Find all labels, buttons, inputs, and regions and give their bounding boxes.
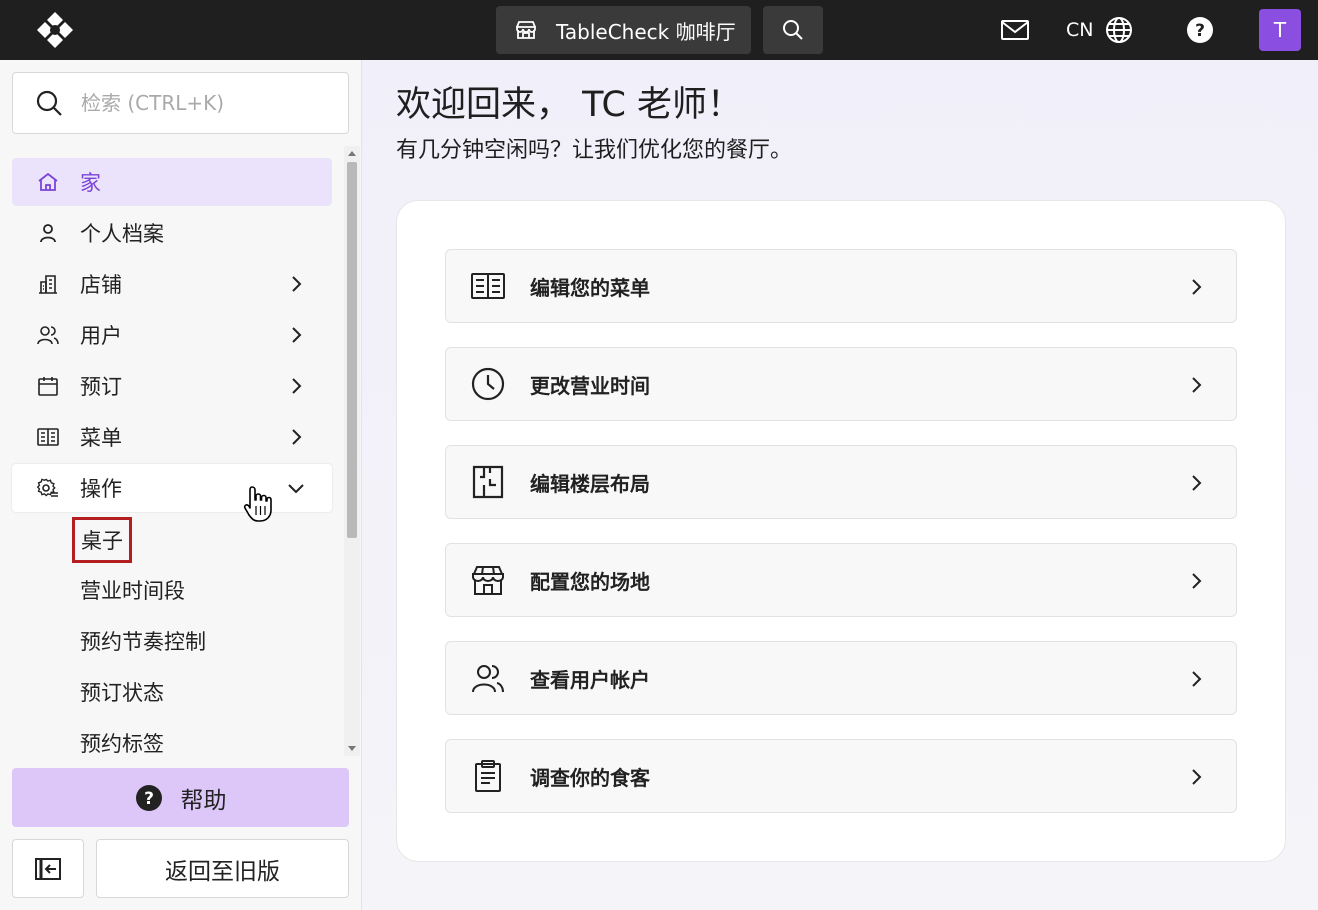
floor-plan-icon	[470, 464, 506, 500]
chevron-right-icon	[292, 327, 302, 343]
svg-text:?: ?	[144, 789, 154, 809]
sidebar-item-operations[interactable]: 操作	[12, 464, 332, 512]
scroll-up-arrow[interactable]	[348, 151, 356, 156]
help-label: 帮助	[180, 787, 227, 814]
sub-item-tables[interactable]: 桌子	[72, 517, 132, 563]
chevron-right-icon	[1192, 573, 1202, 589]
search-icon	[783, 20, 803, 40]
quick-actions-card: 编辑您的菜单 更改营业时间 编辑楼层布局 配置您的场地 查看用户帐户 调查你的食…	[396, 200, 1286, 862]
main-content: 欢迎回来， TC 老师！ 有几分钟空闲吗？让我们优化您的餐厅。 编辑您的菜单 更…	[362, 60, 1318, 910]
help-icon: ?	[135, 784, 162, 811]
sub-item-service-hours[interactable]: 营业时间段	[80, 572, 185, 608]
collapse-left-icon	[35, 857, 61, 880]
home-icon	[36, 170, 60, 194]
action-change-hours[interactable]: 更改营业时间	[445, 347, 1237, 421]
clipboard-icon	[470, 758, 506, 794]
scroll-down-arrow[interactable]	[348, 746, 356, 751]
sidebar-item-store[interactable]: 店铺	[12, 260, 332, 308]
storefront-icon	[470, 562, 506, 598]
chevron-right-icon	[292, 276, 302, 292]
venue-selector-button[interactable]: TableCheck 咖啡厅	[496, 6, 751, 54]
sidebar-item-home[interactable]: 家	[12, 158, 332, 206]
collapse-sidebar-button[interactable]	[12, 839, 84, 898]
clock-icon	[470, 366, 506, 402]
back-to-legacy-button[interactable]: 返回至旧版	[96, 839, 349, 898]
svg-text:?: ?	[1195, 21, 1205, 41]
sidebar-item-label: 菜单	[80, 426, 122, 450]
sidebar-nav: 家 个人档案 店铺 用户 预订 菜单 操作 桌子 营业时间段 预约节奏控制 预订…	[0, 158, 344, 754]
globe-icon	[1106, 17, 1133, 43]
action-survey-guests[interactable]: 调查你的食客	[445, 739, 1237, 813]
search-input[interactable]	[81, 91, 331, 115]
sidebar-item-label: 家	[80, 171, 101, 195]
action-label: 配置您的场地	[530, 569, 650, 594]
storefront-icon	[516, 21, 536, 39]
venue-name: TableCheck 咖啡厅	[556, 19, 736, 44]
scroll-thumb[interactable]	[347, 162, 357, 538]
chevron-down-icon	[288, 484, 304, 494]
menu-book-icon	[36, 425, 60, 449]
action-label: 编辑楼层布局	[530, 471, 650, 496]
sidebar-item-label: 店铺	[80, 273, 122, 297]
sub-item-reservation-status[interactable]: 预订状态	[80, 674, 164, 710]
chevron-right-icon	[292, 429, 302, 445]
sidebar: 家 个人档案 店铺 用户	[0, 60, 362, 910]
hand-pointer-cursor-icon	[243, 486, 272, 522]
calendar-icon	[36, 374, 60, 398]
sidebar-item-profile[interactable]: 个人档案	[12, 209, 332, 257]
action-edit-floor-plan[interactable]: 编辑楼层布局	[445, 445, 1237, 519]
page-title: 欢迎回来， TC 老师！	[396, 85, 743, 125]
tablecheck-logo-icon[interactable]	[34, 10, 76, 50]
action-label: 更改营业时间	[530, 373, 650, 398]
help-button[interactable]: ? 帮助	[12, 768, 349, 827]
global-search-button[interactable]	[763, 6, 823, 54]
action-label: 编辑您的菜单	[530, 275, 650, 300]
language-code: CN	[1066, 19, 1094, 41]
sidebar-item-label: 用户	[80, 324, 122, 348]
sub-item-pacing-control[interactable]: 预约节奏控制	[80, 623, 206, 659]
users-icon	[36, 323, 60, 347]
sidebar-scrollbar[interactable]	[344, 146, 360, 756]
top-bar: TableCheck 咖啡厅 CN ? T	[0, 0, 1318, 60]
chevron-right-icon	[1192, 279, 1202, 295]
sidebar-item-users[interactable]: 用户	[12, 311, 332, 359]
chevron-right-icon	[292, 378, 302, 394]
sub-item-reservation-tags[interactable]: 预约标签	[80, 725, 164, 754]
user-avatar[interactable]: T	[1259, 9, 1301, 51]
sidebar-item-reservations[interactable]: 预订	[12, 362, 332, 410]
building-icon	[36, 272, 60, 296]
mail-icon	[1001, 20, 1029, 40]
menu-book-icon	[470, 268, 506, 304]
language-selector[interactable]: CN	[1066, 12, 1133, 48]
sidebar-item-label: 预订	[80, 375, 122, 399]
page-subtitle: 有几分钟空闲吗？让我们优化您的餐厅。	[396, 138, 793, 163]
gear-cog-icon	[36, 476, 60, 500]
action-edit-menu[interactable]: 编辑您的菜单	[445, 249, 1237, 323]
sidebar-search[interactable]	[12, 72, 349, 134]
action-configure-venue[interactable]: 配置您的场地	[445, 543, 1237, 617]
action-label: 查看用户帐户	[530, 667, 650, 692]
search-icon	[36, 90, 62, 116]
sidebar-item-label: 个人档案	[80, 222, 164, 246]
messages-button[interactable]	[999, 15, 1031, 45]
chevron-right-icon	[1192, 377, 1202, 393]
sidebar-item-label: 操作	[80, 477, 122, 501]
person-icon	[36, 221, 60, 245]
chevron-right-icon	[1192, 769, 1202, 785]
users-icon	[470, 660, 506, 696]
chevron-right-icon	[1192, 671, 1202, 687]
action-view-users[interactable]: 查看用户帐户	[445, 641, 1237, 715]
sidebar-item-menu[interactable]: 菜单	[12, 413, 332, 461]
help-icon[interactable]: ?	[1186, 16, 1214, 44]
action-label: 调查你的食客	[530, 765, 650, 790]
chevron-right-icon	[1192, 475, 1202, 491]
